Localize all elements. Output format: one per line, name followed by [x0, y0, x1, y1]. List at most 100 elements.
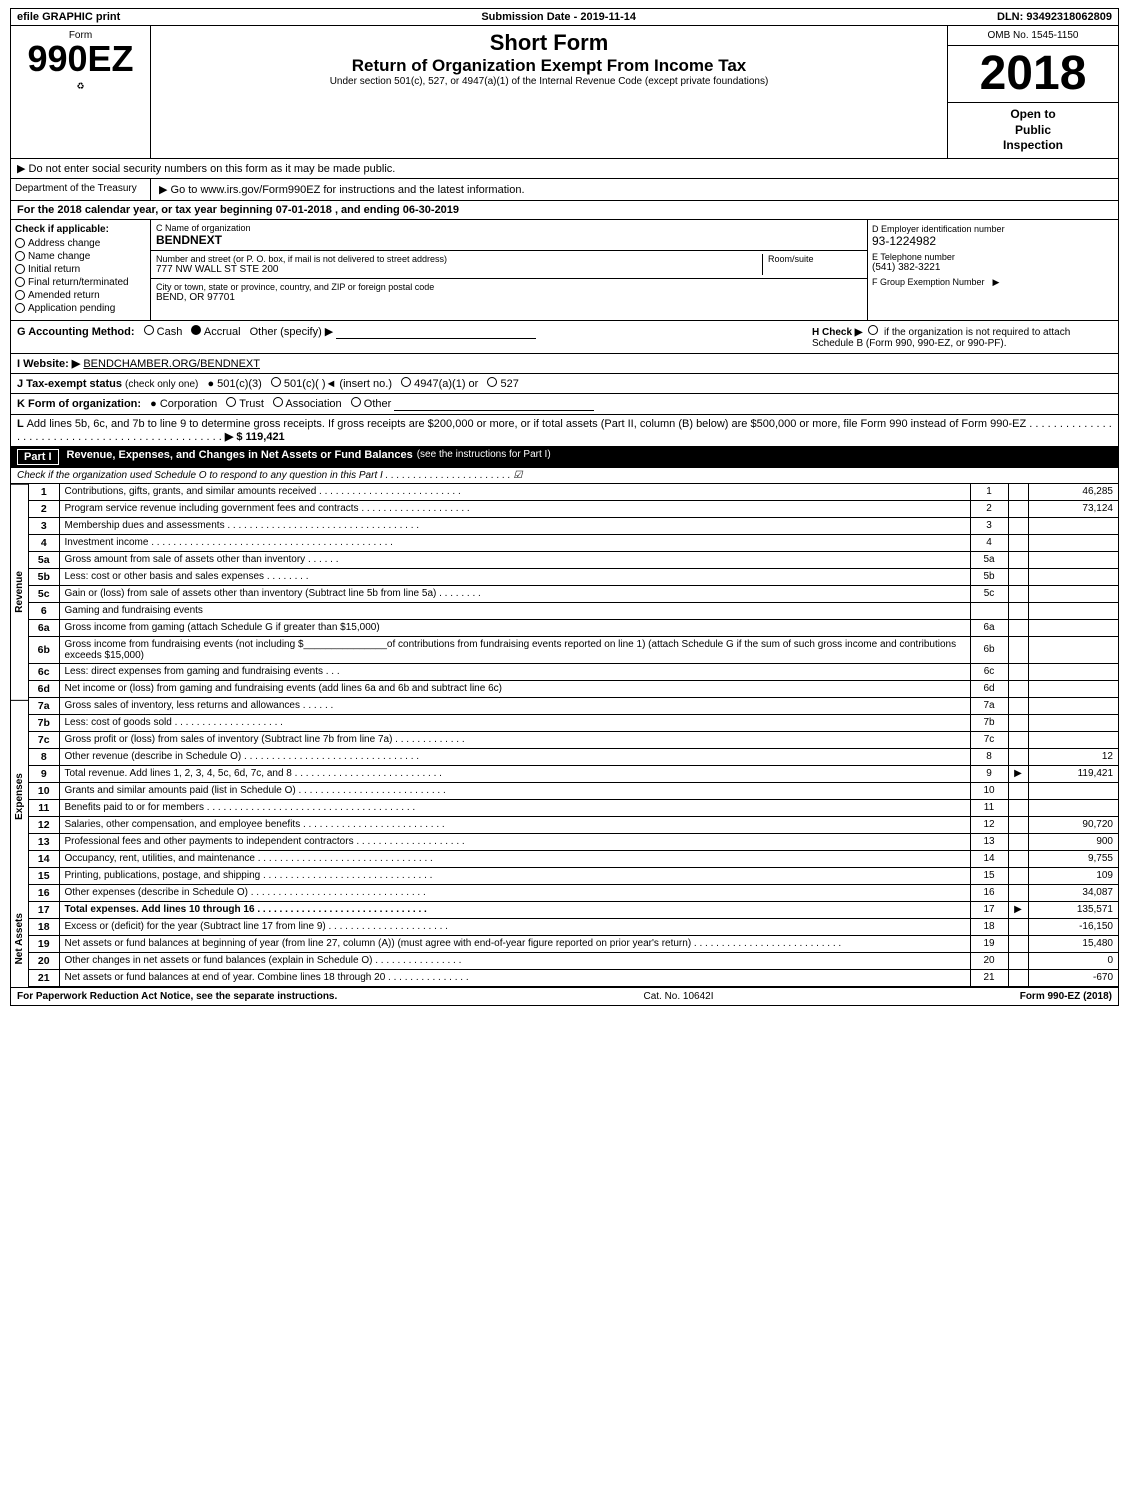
501c-radio[interactable] [271, 377, 281, 387]
trust-option: Trust [226, 398, 267, 410]
expenses-side-label: Expenses [11, 700, 28, 892]
initial-return-radio[interactable] [15, 264, 25, 274]
line-box: 7a [970, 697, 1008, 714]
line-arrow [1008, 935, 1028, 952]
org-right: D Employer identification number 93-1224… [868, 220, 1118, 320]
form-id-block: Form 990EZ ♻ [11, 26, 151, 158]
other-option: Other (specify) ▶ [250, 326, 334, 338]
table-row: 14Occupancy, rent, utilities, and mainte… [29, 850, 1118, 867]
line-number: 1 [29, 484, 59, 501]
table-row: 17Total expenses. Add lines 10 through 1… [29, 901, 1118, 918]
4947-radio[interactable] [401, 377, 411, 387]
line-number: 7c [29, 731, 59, 748]
line-box: 21 [970, 969, 1008, 986]
trust-radio[interactable] [226, 397, 236, 407]
line-arrow [1008, 799, 1028, 816]
initial-return-label: Initial return [28, 264, 80, 275]
line-number: 6c [29, 663, 59, 680]
line-box: 10 [970, 782, 1008, 799]
line-box: 5a [970, 551, 1008, 568]
line-arrow [1008, 867, 1028, 884]
line-value: 34,087 [1028, 884, 1118, 901]
line-description: Less: cost or other basis and sales expe… [59, 568, 970, 585]
line-box: 3 [970, 517, 1008, 534]
address-change-label: Address change [28, 238, 100, 249]
line-value: 9,755 [1028, 850, 1118, 867]
line-arrow [1008, 731, 1028, 748]
amended-return-radio[interactable] [15, 290, 25, 300]
tax-exempt-section: J Tax-exempt status (check only one) ● 5… [10, 374, 1119, 394]
table-row: 3Membership dues and assessments . . . .… [29, 517, 1118, 534]
j-label: J Tax-exempt status [17, 378, 122, 390]
other-org-option: Other [351, 398, 395, 410]
501c-option: 501(c)( )◄ (insert no.) [271, 378, 395, 390]
527-option: 527 [487, 378, 518, 390]
line-number: 7a [29, 697, 59, 714]
line-description: Grants and similar amounts paid (list in… [59, 782, 970, 799]
form-org-section: K Form of organization: ● Corporation Tr… [10, 394, 1119, 415]
table-row: 21Net assets or fund balances at end of … [29, 969, 1118, 986]
accrual-radio[interactable] [191, 325, 201, 335]
assoc-radio[interactable] [273, 397, 283, 407]
part1-header: Part I Revenue, Expenses, and Changes in… [10, 447, 1119, 468]
efile-label: efile GRAPHIC print [17, 11, 120, 23]
address-change-radio[interactable] [15, 238, 25, 248]
line-arrow [1008, 782, 1028, 799]
line-box: 20 [970, 952, 1008, 969]
line-number: 7b [29, 714, 59, 731]
name-change-radio[interactable] [15, 251, 25, 261]
line-arrow [1008, 585, 1028, 602]
table-row: 6Gaming and fundraising events [29, 602, 1118, 619]
submission-date: Submission Date - 2019-11-14 [481, 11, 636, 23]
line-box: 5b [970, 568, 1008, 585]
final-return-radio[interactable] [15, 277, 25, 287]
501c3-option: ● 501(c)(3) [207, 378, 264, 390]
website-section: I Website: ▶ BENDCHAMBER.ORG/BENDNEXT [10, 354, 1119, 374]
line-arrow [1008, 517, 1028, 534]
line-description: Net assets or fund balances at beginning… [59, 935, 970, 952]
recycle-icon: ♻ [76, 81, 84, 92]
h-radio[interactable] [868, 325, 878, 335]
line-description: Net income or (loss) from gaming and fun… [59, 680, 970, 697]
line-number: 3 [29, 517, 59, 534]
line-description: Gross income from fundraising events (no… [59, 636, 970, 663]
tax-year-section: For the 2018 calendar year, or tax year … [10, 201, 1119, 220]
line-value: 0 [1028, 952, 1118, 969]
line-value [1028, 517, 1118, 534]
527-radio[interactable] [487, 377, 497, 387]
amended-return-item: Amended return [15, 290, 146, 301]
main-table-area: 1Contributions, gifts, grants, and simil… [29, 484, 1118, 987]
line-description: Net assets or fund balances at end of ye… [59, 969, 970, 986]
table-row: 16Other expenses (describe in Schedule O… [29, 884, 1118, 901]
table-row: 20Other changes in net assets or fund ba… [29, 952, 1118, 969]
app-pending-radio[interactable] [15, 303, 25, 313]
line-arrow [1008, 850, 1028, 867]
line-number: 15 [29, 867, 59, 884]
line-description: Gross income from gaming (attach Schedul… [59, 619, 970, 636]
net-assets-side-label: Net Assets [11, 891, 28, 986]
line-description: Program service revenue including govern… [59, 500, 970, 517]
data-section: Revenue Expenses Net Assets 1Contributio… [10, 484, 1119, 988]
line-description: Excess or (deficit) for the year (Subtra… [59, 918, 970, 935]
line-box: 6c [970, 663, 1008, 680]
table-row: 5bLess: cost or other basis and sales ex… [29, 568, 1118, 585]
table-row: 7bLess: cost of goods sold . . . . . . .… [29, 714, 1118, 731]
data-table: 1Contributions, gifts, grants, and simil… [29, 484, 1118, 987]
j-note: (check only one) [125, 379, 198, 390]
table-row: 8Other revenue (describe in Schedule O) … [29, 748, 1118, 765]
line-number: 11 [29, 799, 59, 816]
cash-radio[interactable] [144, 325, 154, 335]
check-if-block: Check if applicable: Address change Name… [11, 220, 151, 320]
room-label: Room/suite [768, 254, 862, 264]
line-box: 19 [970, 935, 1008, 952]
line-box [970, 602, 1008, 619]
line-description: Investment income . . . . . . . . . . . … [59, 534, 970, 551]
h-section: H Check ▶ if the organization is not req… [812, 325, 1112, 349]
table-row: 6dNet income or (loss) from gaming and f… [29, 680, 1118, 697]
line-value: 46,285 [1028, 484, 1118, 501]
f-section: F Group Exemption Number ▶ [872, 277, 1114, 288]
line-number: 8 [29, 748, 59, 765]
line-arrow [1008, 884, 1028, 901]
other-org-radio[interactable] [351, 397, 361, 407]
check-label: Check if applicable: [15, 224, 146, 235]
